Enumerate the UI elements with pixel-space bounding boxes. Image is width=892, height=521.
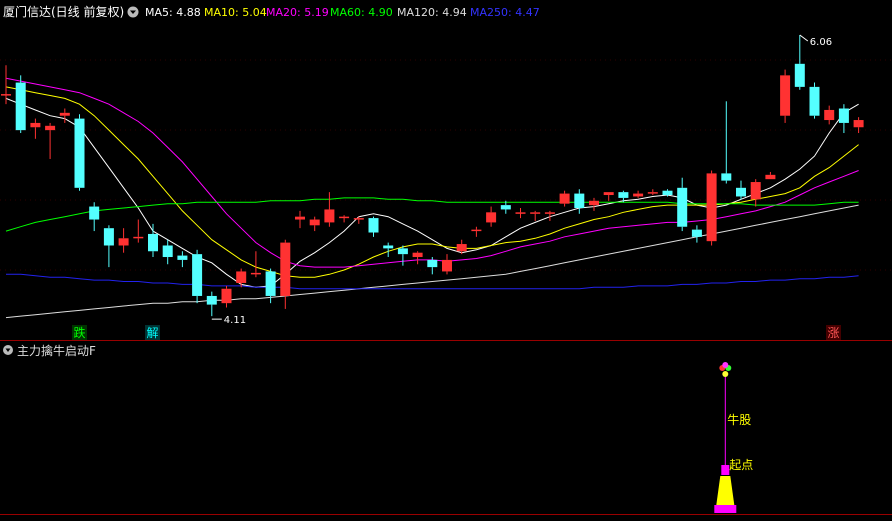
ma-legend-item: MA120: 4.94 (397, 6, 467, 19)
high-price-label: 6.06 (810, 37, 832, 48)
ma-legend-item: MA10: 5.04 (204, 6, 267, 19)
low-price-label: 4.11 (224, 315, 246, 326)
signal-badge: 跌 (72, 325, 87, 340)
svg-text:解: 解 (147, 326, 159, 340)
svg-text:跌: 跌 (74, 325, 86, 340)
indicator-title[interactable]: 主力擒牛启动F (17, 343, 96, 358)
ma-legend-item: MA5: 4.88 (145, 6, 201, 19)
signal-cap (721, 465, 730, 475)
signal-badge: 涨 (826, 325, 841, 340)
collapse-icon[interactable] (3, 345, 13, 355)
bull-stock-label: 牛股 (727, 412, 751, 427)
candle (780, 69, 791, 123)
chart-title[interactable]: 厦门信达(日线 前复权) (3, 4, 124, 19)
dropdown-icon[interactable] (127, 6, 139, 18)
candle (809, 82, 820, 119)
signal-dot (722, 362, 729, 368)
signal-dot (722, 371, 729, 377)
signal-badge: 解 (145, 325, 160, 340)
ma-legend-item: MA20: 5.19 (266, 6, 329, 19)
ma-legend-item: MA60: 4.90 (330, 6, 393, 19)
ma-legend-item: MA250: 4.47 (470, 6, 540, 19)
kline-chart[interactable]: 厦门信达(日线 前复权) MA5: 4.88 MA10: 5.04 MA20: 5.… (0, 0, 892, 516)
start-point-label: 起点 (729, 458, 753, 472)
candle (706, 170, 717, 246)
stock-chart-window: 厦门信达(日线 前复权) MA5: 4.88 MA10: 5.04 MA20: 5.… (0, 0, 892, 516)
ma-legend: MA5: 4.88 MA10: 5.04 MA20: 5.19 MA60: 4.90 M… (145, 6, 540, 19)
signal-base (714, 505, 737, 513)
svg-text:涨: 涨 (828, 325, 840, 340)
candle (192, 249, 203, 304)
candle (15, 75, 26, 134)
candle (74, 114, 85, 191)
